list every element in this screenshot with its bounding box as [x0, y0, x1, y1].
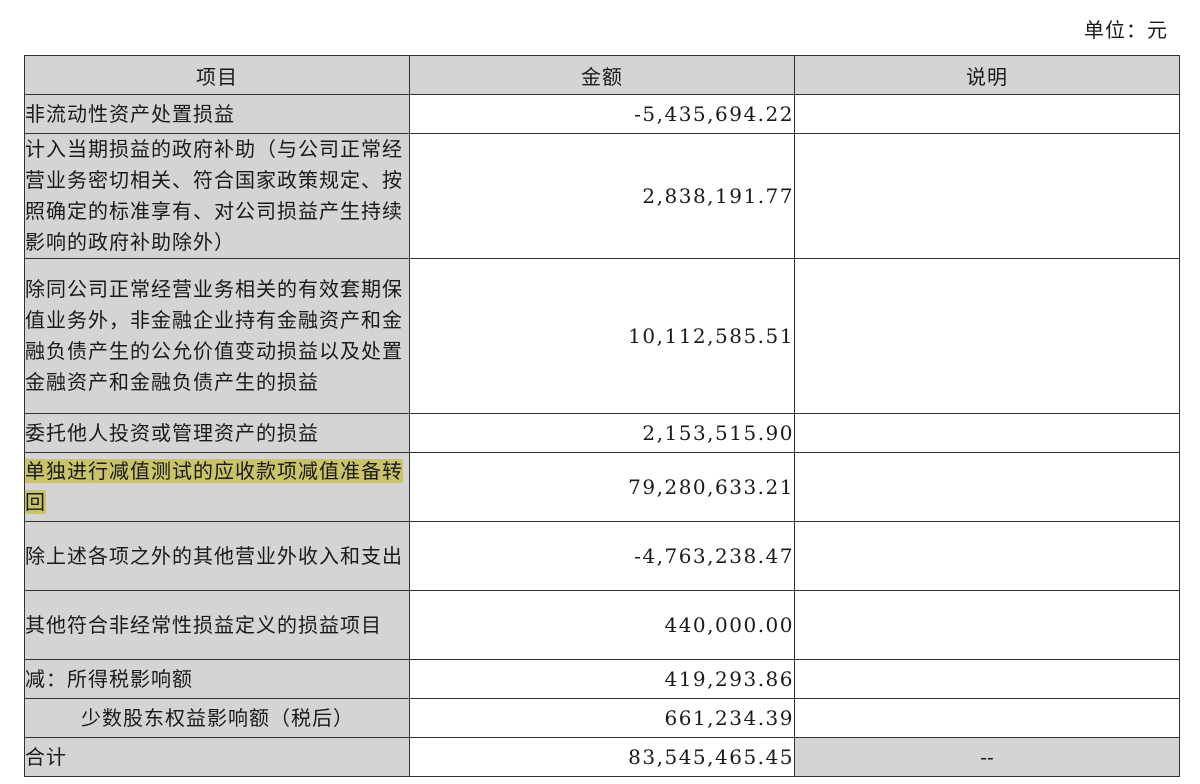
table-row: 其他符合非经常性损益定义的损益项目 440,000.00 [24, 590, 1180, 660]
table-header-row: 项目 金额 说明 [24, 55, 1180, 95]
header-item: 项目 [24, 55, 410, 95]
table-row: 委托他人投资或管理资产的损益 2,153,515.90 [24, 413, 1180, 453]
unit-label: 单位：元 [1084, 18, 1168, 42]
row-item: 减：所得税影响额 [24, 659, 410, 699]
report-page: 单位：元 项目 金额 说明 非流动性资产处置损益 -5,435,694.22 计… [0, 0, 1200, 784]
table-row: 除同公司正常经营业务相关的有效套期保值业务外，非金融企业持有金融资产和金融负债产… [24, 258, 1180, 414]
row-note [794, 698, 1180, 738]
table-row: 计入当期损益的政府补助（与公司正常经营业务密切相关、符合国家政策规定、按照确定的… [24, 133, 1180, 259]
table-row: 除上述各项之外的其他营业外收入和支出 -4,763,238.47 [24, 521, 1180, 591]
row-amount: -4,763,238.47 [409, 521, 795, 591]
total-amount: 83,545,465.45 [409, 737, 795, 777]
total-note: -- [794, 737, 1180, 777]
row-item: 除上述各项之外的其他营业外收入和支出 [24, 521, 410, 591]
total-row: 合计 83,545,465.45 -- [24, 737, 1180, 777]
non-recurring-gains-table: 项目 金额 说明 非流动性资产处置损益 -5,435,694.22 计入当期损益… [24, 55, 1180, 777]
row-amount: -5,435,694.22 [409, 94, 795, 134]
row-amount: 10,112,585.51 [409, 258, 795, 414]
row-amount: 2,838,191.77 [409, 133, 795, 259]
table-row: 减：所得税影响额 419,293.86 [24, 659, 1180, 699]
row-item: 计入当期损益的政府补助（与公司正常经营业务密切相关、符合国家政策规定、按照确定的… [24, 133, 410, 259]
row-item: 单独进行减值测试的应收款项减值准备转回 [24, 452, 410, 522]
total-label: 合计 [24, 737, 410, 777]
row-item: 委托他人投资或管理资产的损益 [24, 413, 410, 453]
row-amount: 661,234.39 [409, 698, 795, 738]
row-item: 非流动性资产处置损益 [24, 94, 410, 134]
row-note [794, 413, 1180, 453]
row-amount: 2,153,515.90 [409, 413, 795, 453]
header-amount: 金额 [409, 55, 795, 95]
row-note [794, 452, 1180, 522]
row-amount: 440,000.00 [409, 590, 795, 660]
highlighted-text: 单独进行减值测试的应收款项减值准备转回 [25, 459, 403, 514]
row-note [794, 521, 1180, 591]
table-row: 少数股东权益影响额（税后） 661,234.39 [24, 698, 1180, 738]
header-note: 说明 [794, 55, 1180, 95]
row-amount: 79,280,633.21 [409, 452, 795, 522]
row-item: 其他符合非经常性损益定义的损益项目 [24, 590, 410, 660]
row-item: 少数股东权益影响额（税后） [24, 698, 410, 738]
row-amount: 419,293.86 [409, 659, 795, 699]
row-note [794, 258, 1180, 414]
row-note [794, 590, 1180, 660]
table-row: 单独进行减值测试的应收款项减值准备转回 79,280,633.21 [24, 452, 1180, 522]
row-note [794, 94, 1180, 134]
row-item: 除同公司正常经营业务相关的有效套期保值业务外，非金融企业持有金融资产和金融负债产… [24, 258, 410, 414]
row-note [794, 659, 1180, 699]
row-note [794, 133, 1180, 259]
table-row: 非流动性资产处置损益 -5,435,694.22 [24, 94, 1180, 134]
